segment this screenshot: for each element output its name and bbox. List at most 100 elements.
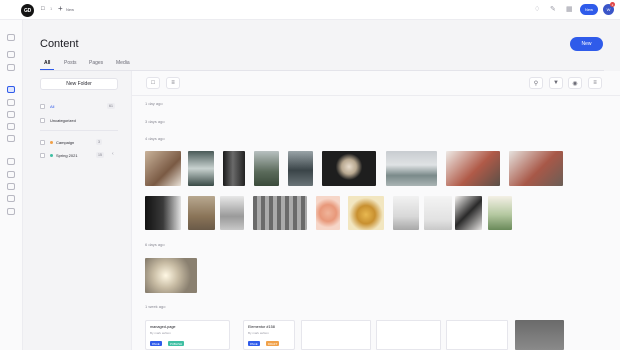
media-thumbnail[interactable]	[446, 151, 500, 186]
media-thumbnail[interactable]	[386, 151, 437, 186]
filter-icon[interactable]: ▼	[549, 77, 563, 89]
card-author: By mark ashton	[248, 331, 269, 335]
folder-color-dot	[50, 140, 53, 144]
folder-item-spring-2021[interactable]: Spring 2021	[40, 151, 78, 159]
tab-pages[interactable]: Pages	[89, 60, 103, 66]
tab-all[interactable]: All	[44, 60, 50, 66]
notification-badge: 2	[610, 2, 615, 7]
media-thumbnail[interactable]	[220, 196, 244, 230]
comments-count: 1	[50, 6, 53, 11]
grid-icon[interactable]: ▦	[566, 5, 573, 13]
folder-label: Spring 2021	[56, 152, 78, 158]
media-thumbnail[interactable]	[393, 196, 419, 230]
topbar-new-button[interactable]: New	[580, 4, 598, 15]
table-icon[interactable]	[7, 135, 15, 142]
page-preview-thumbnail[interactable]	[376, 320, 441, 350]
folder-panel: New Folder All 61 Uncategorized Campaign…	[23, 71, 131, 350]
media-thumbnail[interactable]	[145, 151, 181, 186]
search-icon[interactable]: ⚲	[529, 77, 543, 89]
folder-checkbox[interactable]	[40, 152, 45, 158]
type-badge: PAGE	[248, 341, 260, 346]
layout-icon[interactable]	[7, 51, 15, 58]
media-thumbnail[interactable]	[348, 196, 384, 230]
folder-item-campaign[interactable]: Campaign	[40, 138, 74, 146]
tab-media[interactable]: Media	[116, 60, 130, 66]
eye-icon[interactable]: ◉	[568, 77, 582, 89]
media-thumbnail[interactable]	[223, 151, 245, 186]
card-title: managed-page	[150, 325, 176, 329]
group-label: 1 week ago	[145, 304, 166, 309]
status-badge: DRAFT	[266, 341, 280, 346]
folder-label: Uncategorized	[50, 117, 76, 123]
sliders-icon[interactable]: ≡	[588, 77, 602, 89]
media-thumbnail[interactable]	[288, 151, 313, 186]
icon-rail	[0, 20, 23, 350]
folder-checkbox[interactable]	[40, 117, 45, 123]
media-thumbnail[interactable]	[188, 196, 215, 230]
chevron-left-icon[interactable]: ‹	[112, 151, 114, 157]
media-thumbnail[interactable]	[424, 196, 452, 230]
form-icon[interactable]	[7, 111, 15, 118]
tools-icon[interactable]	[7, 171, 15, 178]
folder-checkbox[interactable]	[40, 139, 45, 145]
page-icon[interactable]	[7, 99, 15, 106]
content-card[interactable]: Elementor #158 By mark ashton PAGE DRAFT	[243, 320, 295, 350]
page-preview-thumbnail[interactable]	[301, 320, 371, 350]
folder-divider	[40, 130, 118, 131]
folder-item-uncategorized[interactable]: Uncategorized	[40, 116, 76, 124]
pen-icon[interactable]: ✎	[550, 5, 556, 13]
new-folder-button[interactable]: New Folder	[40, 78, 118, 90]
status-badge: PUBLISH	[168, 341, 184, 346]
folder-count: 3	[96, 139, 102, 145]
group-label: 6 days ago	[145, 242, 165, 247]
folder-count: 61	[107, 103, 115, 109]
palette-icon[interactable]	[7, 158, 15, 165]
plugin-icon[interactable]	[7, 183, 15, 190]
user-icon[interactable]	[7, 208, 15, 215]
folder-checkbox[interactable]	[40, 103, 45, 109]
media-thumbnail[interactable]	[188, 151, 214, 186]
content-card[interactable]: managed-page By mark ashton PAGE PUBLISH	[145, 320, 230, 350]
list-icon[interactable]: ≡	[166, 77, 180, 89]
media-thumbnail[interactable]	[254, 151, 279, 186]
toolbar-divider	[132, 95, 620, 96]
page-preview-thumbnail[interactable]	[515, 320, 564, 350]
media-icon[interactable]	[7, 86, 15, 93]
media-thumbnail[interactable]	[488, 196, 512, 230]
media-thumbnail[interactable]	[316, 196, 340, 230]
media-thumbnail[interactable]	[455, 196, 482, 230]
folder-item-all[interactable]: All	[40, 102, 54, 110]
plus-icon[interactable]: +	[58, 4, 63, 13]
folder-icon[interactable]: □	[146, 77, 160, 89]
folder-label: Campaign	[56, 139, 75, 145]
top-bar: GD □ 1 + New ♢ ✎ ▦ New W 2	[0, 0, 620, 20]
folder-color-dot	[50, 153, 53, 157]
tab-posts[interactable]: Posts	[64, 60, 77, 66]
card-author: By mark ashton	[150, 331, 171, 335]
media-thumbnail[interactable]	[145, 196, 181, 230]
media-thumbnail[interactable]	[322, 151, 376, 186]
type-badge: PAGE	[150, 341, 162, 346]
group-label: 3 days ago	[145, 119, 165, 124]
group-label: 4 days ago	[145, 136, 165, 141]
media-thumbnail[interactable]	[509, 151, 563, 186]
settings-icon[interactable]	[7, 195, 15, 202]
globe-icon[interactable]	[7, 34, 15, 41]
new-content-link[interactable]: New	[66, 7, 74, 12]
site-logo[interactable]: GD	[21, 4, 34, 17]
calendar-icon[interactable]	[7, 123, 15, 130]
new-button[interactable]: New	[570, 37, 603, 51]
page-title: Content	[40, 38, 79, 50]
active-tab-indicator	[40, 69, 54, 70]
card-title: Elementor #158	[248, 325, 275, 329]
layers-icon[interactable]	[7, 64, 15, 71]
comment-icon[interactable]: □	[41, 6, 45, 12]
page-preview-thumbnail[interactable]	[446, 320, 508, 350]
folder-label: All	[50, 103, 55, 109]
media-grid-area: □ ≡ ⚲ ▼ ◉ ≡ 1 day ago 3 days ago 4 days …	[131, 71, 620, 350]
folder-count: 15	[96, 152, 104, 158]
media-thumbnail[interactable]	[253, 196, 307, 230]
media-thumbnail[interactable]	[145, 258, 197, 293]
group-label: 1 day ago	[145, 101, 163, 106]
bell-icon[interactable]: ♢	[534, 5, 540, 13]
